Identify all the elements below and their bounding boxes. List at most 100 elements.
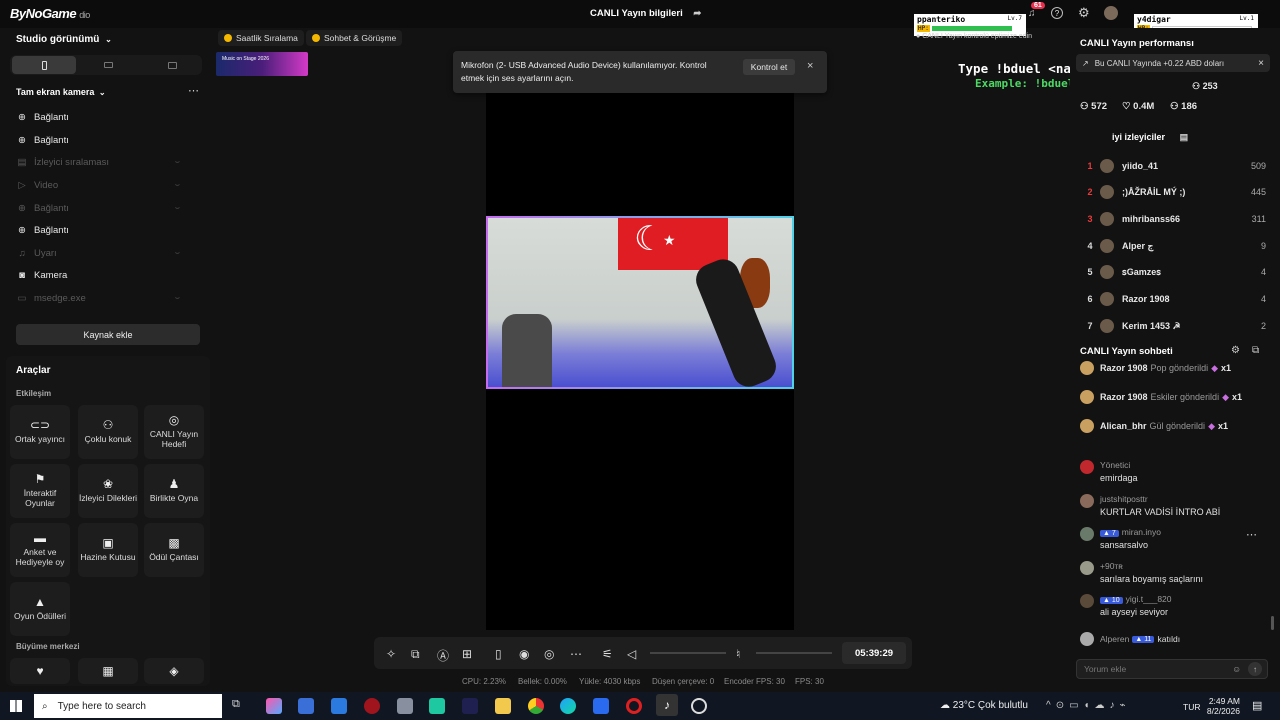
magic-wand-icon[interactable]: ✧ bbox=[386, 647, 396, 661]
file-explorer-icon[interactable] bbox=[495, 698, 511, 714]
source-item[interactable]: ▤ İzleyici sıralaması ⌣ bbox=[16, 153, 200, 171]
tool-button[interactable]: ▬ Anket ve Hediyeyle oy bbox=[10, 523, 70, 577]
stream-info-title[interactable]: CANLI Yayın bilgileri ➦ bbox=[590, 8, 701, 19]
speaker-icon[interactable]: ◁ bbox=[627, 647, 636, 661]
screenshot-icon[interactable]: ◎ bbox=[544, 647, 554, 661]
source-item[interactable]: ▭ msedge.exe ⌣ bbox=[16, 289, 200, 307]
popout-icon[interactable]: ⧉ bbox=[1252, 345, 1259, 356]
more-options-icon[interactable]: ⋯ bbox=[188, 84, 199, 97]
taskbar-search[interactable]: ⌕ Type here to search bbox=[34, 694, 222, 718]
microphone-icon[interactable]: ♮ bbox=[736, 647, 740, 661]
obs-icon[interactable] bbox=[691, 698, 707, 714]
source-item[interactable]: ⊕ Bağlantı bbox=[16, 108, 200, 126]
more-icon[interactable]: ⋯ bbox=[570, 647, 582, 661]
ranking-row[interactable]: 3 mihribanss66 311 bbox=[1080, 210, 1266, 228]
app-red-icon[interactable] bbox=[364, 698, 380, 714]
tool-button[interactable]: ▩ Ödül Çantası bbox=[144, 523, 204, 577]
chat-scrollbar[interactable] bbox=[1271, 616, 1274, 630]
gift-message[interactable]: Razor 1908 Pop gönderildi ◆ x1 bbox=[1080, 361, 1266, 375]
send-icon[interactable]: ↑ bbox=[1248, 662, 1262, 676]
ranking-row[interactable]: 5 ꜱGamzeꜱ 4 bbox=[1080, 263, 1266, 281]
studio-view-dropdown[interactable]: Studio görünümü ⌄ bbox=[16, 34, 112, 45]
tool-button[interactable]: ▣ Hazine Kutusu bbox=[78, 523, 138, 577]
share-icon[interactable]: ➦ bbox=[693, 8, 701, 19]
opera-icon[interactable] bbox=[626, 698, 642, 714]
record-icon[interactable]: ◉ bbox=[519, 647, 529, 661]
scene-dropdown[interactable]: Tam ekran kamera ⌄ bbox=[16, 87, 106, 97]
language-indicator[interactable]: TUR bbox=[1183, 702, 1200, 712]
chrome-icon[interactable] bbox=[528, 698, 544, 714]
notification-center-icon[interactable]: ▤ bbox=[1252, 699, 1262, 712]
ai-icon[interactable]: Ⓐ bbox=[437, 647, 449, 664]
comment-input[interactable]: Yorum ekle ☺ ↑ bbox=[1076, 659, 1268, 679]
tool-button[interactable]: ▲ Oyun Ödülleri bbox=[10, 582, 70, 636]
eye-off-icon[interactable]: ⌣ bbox=[175, 203, 180, 213]
ranking-row[interactable]: 6 Razor 1908 4 bbox=[1080, 290, 1266, 308]
tray-icons[interactable]: ^⊙▭◖☁♪⌁ bbox=[1046, 700, 1131, 711]
portrait-toggle-icon[interactable]: ▯ bbox=[495, 647, 502, 661]
source-item[interactable]: ♫ Uyarı ⌣ bbox=[16, 244, 200, 262]
copilot-icon[interactable] bbox=[266, 698, 282, 714]
task-view-icon[interactable]: ⧉ bbox=[232, 698, 248, 714]
app-green-icon[interactable] bbox=[429, 698, 445, 714]
add-media-icon[interactable]: ⊞ bbox=[462, 647, 472, 661]
mail-icon[interactable] bbox=[331, 698, 347, 714]
check-button[interactable]: Kontrol et bbox=[743, 59, 795, 75]
tool-button[interactable]: ❀ İzleyici Dilekleri bbox=[78, 464, 138, 518]
dual-mode-button[interactable] bbox=[140, 56, 204, 74]
source-item[interactable]: ⊕ Bağlantı ⌣ bbox=[16, 199, 200, 217]
tool-button[interactable]: ♟ Birlikte Oyna bbox=[144, 464, 204, 518]
ranking-row[interactable]: 7 Kerim 1453 ☭ 2 bbox=[1080, 317, 1266, 335]
close-icon[interactable]: × bbox=[1258, 58, 1264, 69]
edge-icon[interactable] bbox=[560, 698, 576, 714]
comment-item[interactable]: justshitposttr KURTLAR VADİSİ İNTRO ABİ bbox=[1080, 494, 1266, 517]
landscape-mode-button[interactable] bbox=[76, 56, 140, 74]
settings-icon[interactable]: ⚙ bbox=[1078, 5, 1090, 21]
tool-button[interactable]: ⚇ Çoklu konuk bbox=[78, 405, 138, 459]
gift-message[interactable]: Razor 1908 Eskiler gönderildi ◆ x1 bbox=[1080, 390, 1266, 404]
source-item[interactable]: ◙ Kamera bbox=[16, 266, 200, 284]
clock[interactable]: 2:49 AM 8/2/2026 bbox=[1206, 696, 1240, 716]
tool-button[interactable]: ⊂⊃ Ortak yayıncı bbox=[10, 405, 70, 459]
comment-item[interactable]: +90ᴛʀ sarılara boyamış saçlarını bbox=[1080, 561, 1266, 584]
tiktok-icon[interactable]: ♪ bbox=[656, 694, 678, 716]
windows-start-icon[interactable] bbox=[10, 700, 22, 712]
app-blue-icon[interactable] bbox=[593, 698, 609, 714]
eye-off-icon[interactable]: ⌣ bbox=[175, 248, 180, 258]
app-gray-icon[interactable] bbox=[397, 698, 413, 714]
ranking-row[interactable]: 2 ;)ÅŽRÅİL MÝ ;) 445 bbox=[1080, 183, 1266, 201]
effects-icon[interactable]: ⧉ bbox=[411, 647, 420, 662]
mic-volume-slider[interactable] bbox=[756, 652, 832, 654]
eye-off-icon[interactable]: ⌣ bbox=[175, 180, 180, 190]
comment-more-icon[interactable]: ⋯ bbox=[1246, 528, 1257, 541]
comment-item[interactable]: ▲ 7 miran.inyo sansarsalvo bbox=[1080, 527, 1266, 550]
eye-off-icon[interactable]: ⌣ bbox=[175, 157, 180, 167]
sliders-icon[interactable]: ⚟ bbox=[602, 647, 613, 661]
growth-tool-2[interactable]: ▦ bbox=[78, 658, 138, 684]
gift-message[interactable]: Alican_bhr Gül gönderildi ◆ x1 bbox=[1080, 419, 1266, 433]
weather-widget[interactable]: ☁ 23°C Çok bulutlu bbox=[940, 700, 1028, 711]
ranking-row[interactable]: 1 yiido_41 509 bbox=[1080, 157, 1266, 175]
comment-item[interactable]: Yönetici emirdaga bbox=[1080, 460, 1266, 483]
app-dark-icon[interactable] bbox=[462, 698, 478, 714]
growth-tool-3[interactable]: ◈ bbox=[144, 658, 204, 684]
source-item[interactable]: ▷ Video ⌣ bbox=[16, 176, 200, 194]
list-icon[interactable]: ▤ bbox=[1180, 132, 1189, 142]
bell-icon[interactable]: ♫ bbox=[1028, 8, 1036, 19]
source-item[interactable]: ⊕ Bağlantı bbox=[16, 131, 200, 149]
close-icon[interactable]: × bbox=[807, 60, 813, 72]
growth-tool-1[interactable]: ♥ bbox=[10, 658, 70, 684]
eye-off-icon[interactable]: ⌣ bbox=[175, 293, 180, 303]
add-source-button[interactable]: Kaynak ekle bbox=[16, 324, 200, 345]
portrait-mode-button[interactable] bbox=[12, 56, 76, 74]
profile-avatar[interactable] bbox=[1104, 6, 1118, 20]
store-icon[interactable] bbox=[298, 698, 314, 714]
comment-item[interactable]: ▲ 10 yigi.t___820 ali ayseyi seviyor bbox=[1080, 594, 1266, 617]
chat-settings-icon[interactable]: ⚙ bbox=[1231, 345, 1240, 356]
chat-call-pill[interactable]: Sohbet & Görüşme bbox=[306, 30, 403, 46]
ranking-row[interactable]: 4 Alper ج 9 bbox=[1080, 237, 1266, 255]
hourly-ranking-pill[interactable]: Saatlik Sıralama bbox=[218, 30, 304, 46]
tool-button[interactable]: ⚑ İnteraktif Oyunlar bbox=[10, 464, 70, 518]
speaker-volume-slider[interactable] bbox=[650, 652, 726, 654]
help-icon[interactable]: ? bbox=[1051, 7, 1063, 19]
